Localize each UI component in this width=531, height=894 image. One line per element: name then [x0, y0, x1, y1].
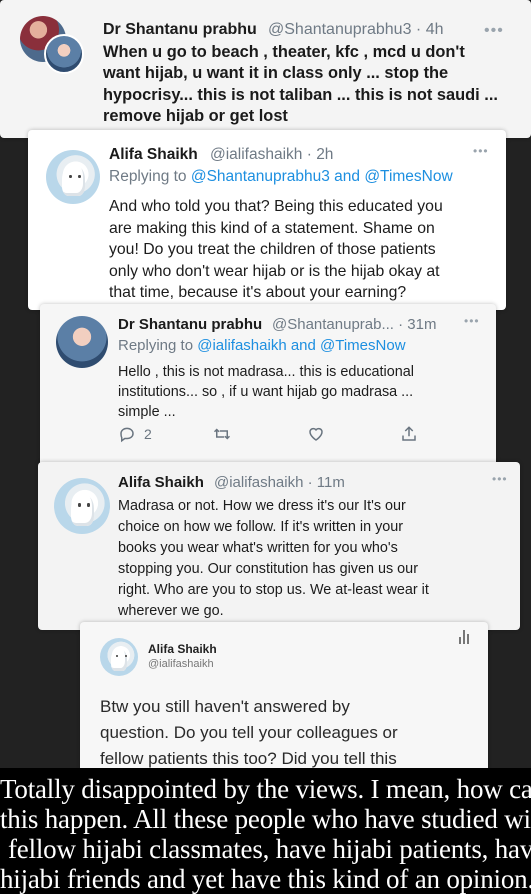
avatar[interactable] [56, 316, 108, 368]
tweet-line: books you wear what's written for you wh… [118, 540, 398, 556]
tweet-handle: @Shantanuprabhu3 · 4h [268, 21, 444, 38]
tweet-line: institutions... so , if u want hijab go … [118, 384, 414, 400]
tweet-text: Hello , this is not madrasa... this is e… [118, 362, 414, 422]
tweet-line: choice on how we follow. If it's written… [118, 519, 404, 535]
avatar[interactable] [46, 150, 100, 204]
tweet-author-name[interactable]: Alifa Shaikh [148, 642, 217, 656]
tweet-author-name[interactable]: Alifa Shaikh [109, 146, 198, 164]
like-icon [309, 427, 323, 441]
tweet-line: remove hijab or get lost [103, 106, 288, 125]
retweet-button[interactable] [212, 425, 232, 443]
tweet-text: And who told you that? Being this educat… [109, 196, 443, 304]
analytics-icon[interactable] [459, 628, 471, 644]
tweet-actions: 2 [118, 425, 428, 449]
more-icon[interactable]: ••• [464, 314, 480, 328]
tweet-text: When u go to beach , theater, kfc , mcd … [103, 42, 498, 127]
tweet-line: simple ... [118, 404, 176, 420]
replying-to-label: Replying to [109, 168, 191, 185]
avatar[interactable] [54, 478, 110, 534]
like-button[interactable] [306, 425, 326, 443]
replying-to-mentions[interactable]: @ialifashaikh and @TimesNow [197, 337, 405, 354]
tweet-line: right. Who are you to stop us. We at-lea… [118, 582, 429, 598]
tweet-line: stopping you. Our constitution has given… [118, 561, 418, 577]
replying-to: Replying to @ialifashaikh and @TimesNow [118, 337, 406, 354]
replying-to-mentions[interactable]: @Shantanuprabhu3 and @TimesNow [191, 168, 453, 185]
caption-line: fellow hijabi classmates, have hijabi pa… [8, 834, 531, 864]
tweet-author-name[interactable]: Dr Shantanu prabhu [103, 21, 257, 39]
tweet-line: wherever we go. [118, 603, 224, 619]
caption-line: this happen. All these people who have s… [0, 804, 531, 834]
avatar[interactable] [44, 34, 84, 74]
tweet-text: Madrasa or not. How we dress it's our It… [118, 496, 429, 622]
tweet-line: want hijab, u want it in class only ... … [103, 64, 449, 83]
replying-to: Replying to @Shantanuprabhu3 and @TimesN… [109, 168, 453, 186]
tweet-line: you! Do you treat the children of those … [109, 241, 436, 258]
tweet-line: Madrasa or not. How we dress it's our It… [118, 498, 406, 514]
tweet-card-1[interactable]: Dr Shantanu prabhu @Shantanuprabhu3 · 4h… [0, 0, 531, 138]
tweet-handle: @ialifashaikh · 2h [210, 146, 334, 163]
tweet-line: When u go to beach , theater, kfc , mcd … [103, 43, 465, 61]
screenshot-stage: Dr Shantanu prabhu @Shantanuprabhu3 · 4h… [0, 0, 531, 894]
tweet-line: Hello , this is not madrasa... this is e… [118, 364, 414, 380]
share-icon [402, 426, 416, 441]
avatar[interactable] [100, 638, 138, 676]
tweet-line: question. Do you tell your colleagues or [100, 723, 398, 742]
caption-line: Totally disappointed by the views. I mea… [0, 774, 531, 804]
tweet-line: hypocrisy... this is not taliban ... thi… [103, 85, 498, 104]
reply-button[interactable]: 2 [118, 425, 152, 443]
tweet-line: only who don't wear hijab or is the hija… [109, 262, 440, 280]
caption-line: hijabi friends and yet have this kind of… [0, 864, 531, 894]
tweet-text: Btw you still haven't answered by questi… [100, 694, 398, 772]
tweet-line: that time, because it's about your earni… [109, 284, 407, 301]
tweet-line: are making this kind of a statement. Sha… [109, 219, 435, 237]
tweet-card-2[interactable]: Alifa Shaikh @ialifashaikh · 2h ••• Repl… [28, 130, 506, 310]
share-button[interactable] [400, 425, 418, 443]
tweet-handle: @Shantanuprab... · 31m [272, 316, 437, 333]
more-icon[interactable]: ••• [492, 472, 508, 486]
tweet-handle: @ialifashaikh [148, 658, 214, 670]
reply-icon [120, 427, 134, 443]
tweet-line: Btw you still haven't answered by [100, 697, 350, 716]
tweet-author-name[interactable]: Alifa Shaikh [118, 474, 204, 491]
reply-count: 2 [144, 426, 152, 442]
retweet-icon [213, 428, 231, 440]
more-icon[interactable]: ••• [484, 22, 504, 40]
tweet-handle: @ialifashaikh · 11m [214, 474, 345, 491]
replying-to-label: Replying to [118, 337, 198, 354]
tweet-author-name[interactable]: Dr Shantanu prabhu [118, 316, 262, 333]
tweet-line: And who told you that? Being this educat… [109, 198, 443, 215]
story-caption: Totally disappointed by the views. I mea… [0, 768, 531, 894]
tweet-card-4[interactable]: Alifa Shaikh @ialifashaikh · 11m ••• Mad… [38, 462, 520, 630]
more-icon[interactable]: ••• [473, 144, 489, 158]
